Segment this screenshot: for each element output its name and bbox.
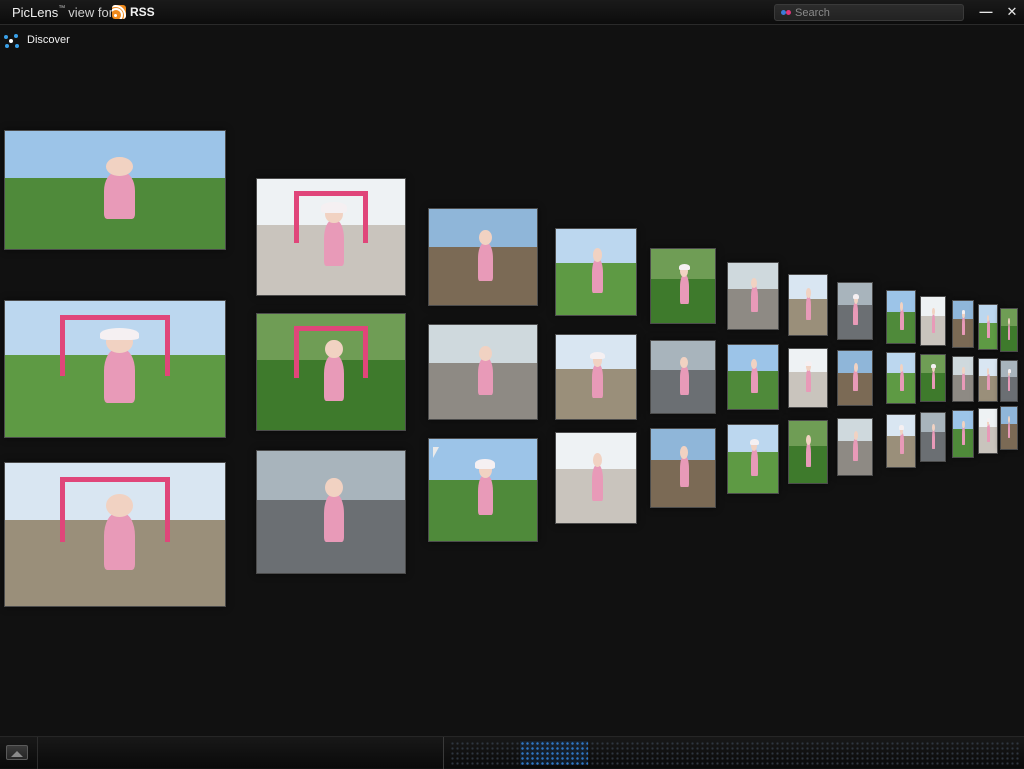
photo-thumbnail[interactable]	[4, 462, 226, 607]
photo-thumbnail[interactable]	[428, 324, 538, 420]
photo-reflection	[920, 466, 946, 496]
photo-thumbnail[interactable]	[256, 313, 406, 431]
photo-thumbnail[interactable]	[788, 348, 828, 408]
photo-thumbnail[interactable]	[978, 408, 998, 454]
photo-thumbnail[interactable]	[555, 228, 637, 316]
photo-thumbnail[interactable]	[4, 130, 226, 250]
photo-reflection	[837, 480, 873, 515]
photo-thumbnail[interactable]	[837, 350, 873, 406]
photo-thumbnail[interactable]	[788, 274, 828, 336]
photo-thumbnail[interactable]	[952, 300, 974, 348]
photo-reflection	[952, 462, 974, 491]
bottom-bar	[0, 736, 1024, 769]
photo-thumbnail[interactable]	[837, 282, 873, 340]
photo-thumbnail[interactable]	[788, 420, 828, 484]
scrubber-track[interactable]	[450, 741, 1020, 765]
photo-thumbnail[interactable]	[555, 432, 637, 524]
photo-thumbnail[interactable]	[920, 412, 946, 462]
photo-thumbnail[interactable]	[4, 300, 226, 438]
mouse-cursor	[433, 447, 439, 458]
search-icon	[781, 10, 793, 16]
photo-thumbnail[interactable]	[1000, 406, 1018, 450]
divider	[37, 737, 38, 769]
photo-reflection	[428, 546, 538, 608]
photo-thumbnail[interactable]	[886, 290, 916, 344]
photo-thumbnail[interactable]	[920, 354, 946, 402]
photo-reflection	[886, 472, 916, 504]
photo-reflection	[1000, 454, 1018, 480]
photo-reflection	[555, 528, 637, 583]
photo-thumbnail[interactable]	[650, 248, 716, 324]
discover-icon	[4, 34, 19, 49]
view-for-text: view for	[68, 5, 114, 20]
photo-thumbnail[interactable]	[952, 356, 974, 402]
photo-thumbnail[interactable]	[1000, 360, 1018, 402]
photo-thumbnail[interactable]	[650, 340, 716, 414]
close-icon[interactable]: ✕	[1003, 3, 1021, 21]
feed-label: RSS	[130, 5, 155, 19]
photo-wall	[0, 60, 1024, 732]
photo-thumbnail[interactable]	[837, 418, 873, 476]
photo-thumbnail[interactable]	[727, 424, 779, 494]
photo-thumbnail[interactable]	[1000, 308, 1018, 352]
photo-thumbnail[interactable]	[978, 358, 998, 402]
search-box[interactable]	[774, 4, 964, 21]
minimize-icon[interactable]: —	[977, 3, 995, 21]
photo-thumbnail[interactable]	[428, 438, 538, 542]
photo-reflection	[727, 498, 779, 540]
search-input[interactable]	[795, 5, 955, 20]
divider	[443, 737, 444, 769]
photo-thumbnail[interactable]	[952, 410, 974, 458]
photo-thumbnail[interactable]	[256, 450, 406, 574]
photo-thumbnail[interactable]	[256, 178, 406, 296]
rss-icon	[112, 5, 126, 19]
photo-reflection	[650, 512, 716, 560]
fullscreen-icon[interactable]	[6, 745, 28, 760]
photo-reflection	[256, 578, 406, 652]
photo-thumbnail[interactable]	[920, 296, 946, 346]
photo-thumbnail[interactable]	[727, 262, 779, 330]
photo-thumbnail[interactable]	[886, 414, 916, 468]
photo-thumbnail[interactable]	[428, 208, 538, 306]
photo-thumbnail[interactable]	[978, 304, 998, 350]
app-name: PicLens	[12, 5, 59, 20]
scrubber-thumb[interactable]	[520, 741, 588, 765]
title-bar: PicLens™view for RSS — ✕	[0, 0, 1024, 25]
photo-reflection	[788, 488, 828, 526]
app-title: PicLens™ view for	[12, 5, 113, 20]
photo-reflection	[978, 458, 998, 486]
photo-thumbnail[interactable]	[555, 334, 637, 420]
photo-reflection	[4, 611, 226, 698]
discover-label: Discover	[27, 34, 70, 46]
trademark-mark: ™	[58, 5, 66, 12]
photo-thumbnail[interactable]	[886, 352, 916, 404]
photo-thumbnail[interactable]	[727, 344, 779, 410]
photo-thumbnail[interactable]	[650, 428, 716, 508]
